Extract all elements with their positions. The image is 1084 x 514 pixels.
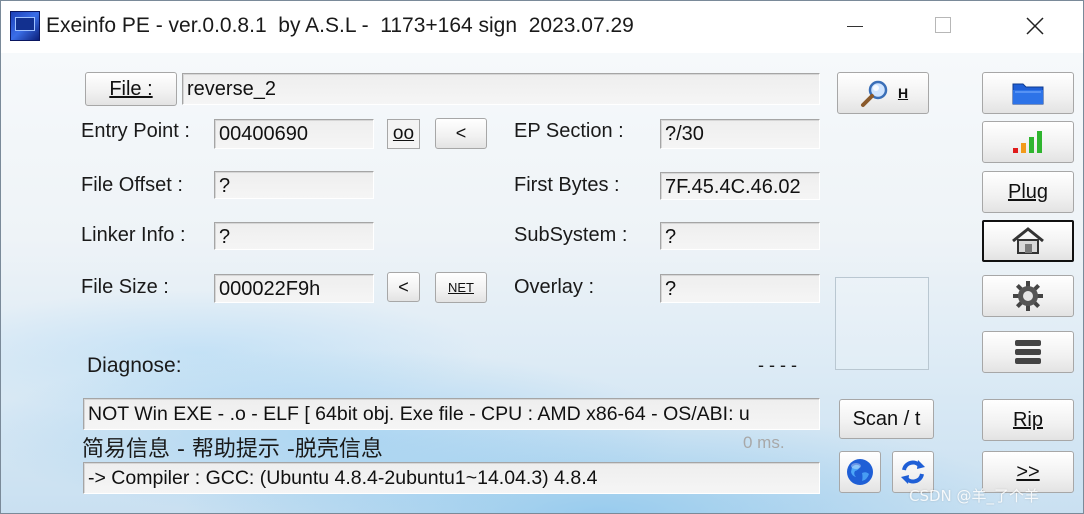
diagnose-result-field[interactable]: NOT Win EXE - .o - ELF [ 64bit obj. Exe … <box>83 398 820 430</box>
file-offset-label: File Offset : <box>81 174 183 196</box>
subsystem-label: SubSystem : <box>514 224 628 246</box>
file-button-label: File : <box>109 77 153 100</box>
scan-time-text: 0 ms. <box>743 433 785 452</box>
file-size-field[interactable]: 000022F9h <box>214 274 374 303</box>
scan-button[interactable]: Scan / t <box>839 399 934 439</box>
linker-info-label: Linker Info : <box>81 224 186 246</box>
rip-button[interactable]: Rip <box>982 399 1074 441</box>
file-size-label: File Size : <box>81 276 169 298</box>
plug-button-label: Plug <box>1007 180 1049 203</box>
open-folder-button[interactable] <box>982 72 1074 114</box>
csdn-watermark: CSDN @羊_了个羊 <box>909 487 1040 505</box>
entry-point-prev-label: < <box>455 123 467 143</box>
maximize-button[interactable] <box>923 11 963 41</box>
overlay-label: Overlay : <box>514 276 595 298</box>
signal-bars-icon <box>1013 131 1042 153</box>
first-bytes-field[interactable]: 7F.45.4C.46.02 <box>660 172 820 200</box>
home-icon <box>1012 227 1044 254</box>
linker-info-field[interactable]: ? <box>214 222 374 250</box>
chinese-hint-text: 简易信息 - 帮助提示 -脱壳信息 <box>82 437 383 462</box>
folder-icon <box>1012 83 1044 105</box>
web-button[interactable] <box>839 451 881 493</box>
diagnose-label: Diagnose: <box>87 354 182 377</box>
refresh-icon <box>901 460 925 484</box>
net-button[interactable]: NET <box>435 272 487 303</box>
file-button[interactable]: File : <box>85 72 177 106</box>
diagnose-dashes: - - - - <box>758 355 797 375</box>
home-button[interactable] <box>982 220 1074 262</box>
oo-button[interactable]: oo <box>387 119 420 149</box>
maximize-icon <box>935 17 951 33</box>
close-button[interactable] <box>1015 11 1055 41</box>
entry-point-prev-button[interactable]: < <box>435 118 487 149</box>
next-button-label: >> <box>1016 460 1040 483</box>
menu-button[interactable] <box>982 331 1074 373</box>
file-offset-field[interactable]: ? <box>214 171 374 199</box>
ep-section-label: EP Section : <box>514 120 624 142</box>
magnifier-icon <box>860 80 888 107</box>
stats-button[interactable] <box>982 121 1074 163</box>
plug-button[interactable]: Plug <box>982 171 1074 213</box>
exeinfo-window: Exeinfo PE - ver.0.0.8.1 by A.S.L - 1173… <box>0 0 1084 514</box>
scan-button-label: Scan / t <box>852 407 921 430</box>
file-size-prev-button[interactable]: < <box>387 272 420 302</box>
search-h-button[interactable]: H <box>837 72 929 114</box>
main-panel: File : reverse_2 H Entry Point : 0040069… <box>1 53 1083 513</box>
oo-label: oo <box>392 123 415 144</box>
subsystem-field[interactable]: ? <box>660 222 820 250</box>
ep-section-field[interactable]: ?/30 <box>660 119 820 149</box>
first-bytes-label: First Bytes : <box>514 174 620 196</box>
window-title: Exeinfo PE - ver.0.0.8.1 by A.S.L - 1173… <box>46 14 634 37</box>
minimize-button[interactable] <box>835 11 875 41</box>
close-icon <box>1026 17 1044 35</box>
globe-icon <box>847 459 873 485</box>
preview-box <box>835 277 929 370</box>
overlay-field[interactable]: ? <box>660 274 820 303</box>
compiler-field[interactable]: -> Compiler : GCC: (Ubuntu 4.8.4-2ubuntu… <box>83 462 820 494</box>
minimize-icon <box>847 26 863 27</box>
net-label: NET <box>448 280 474 295</box>
gear-icon <box>1013 281 1043 311</box>
settings-button[interactable] <box>982 275 1074 317</box>
search-h-label: H <box>897 85 909 101</box>
title-bar[interactable]: Exeinfo PE - ver.0.0.8.1 by A.S.L - 1173… <box>1 1 1083 53</box>
file-size-prev-label: < <box>398 276 409 297</box>
file-path-field[interactable]: reverse_2 <box>182 73 820 105</box>
rip-button-label: Rip <box>1012 408 1043 431</box>
entry-point-label: Entry Point : <box>81 120 190 142</box>
app-icon[interactable] <box>10 11 40 41</box>
entry-point-field[interactable]: 00400690 <box>214 119 374 149</box>
stack-icon <box>1015 340 1041 364</box>
